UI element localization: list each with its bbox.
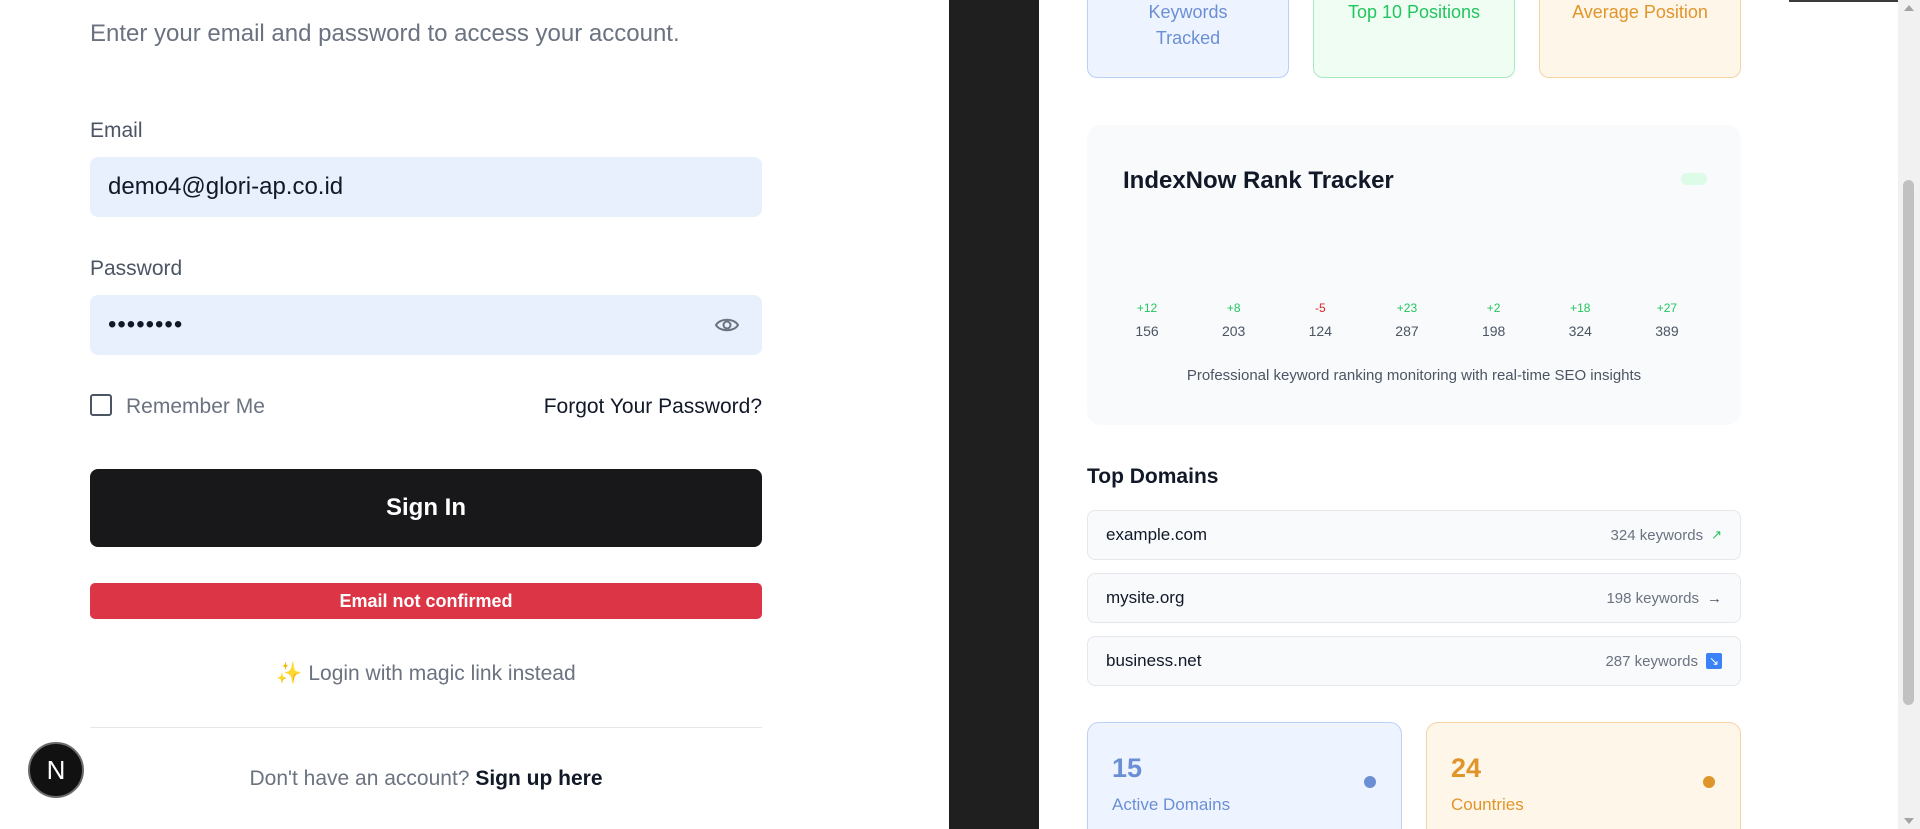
trend-flat-icon: →	[1707, 589, 1722, 607]
divider	[90, 727, 762, 728]
signup-link[interactable]: Sign up here	[475, 767, 602, 790]
signup-prompt: Don't have an account?	[249, 767, 470, 790]
ranking-change: +18	[1570, 301, 1591, 315]
rank-tracker-description: Professional keyword ranking monitoring …	[1186, 367, 1642, 384]
email-value: demo4@glori-ap.co.id	[108, 173, 344, 200]
error-alert: Email not confirmed	[90, 583, 762, 619]
ranking-value: 156	[1135, 323, 1159, 339]
login-subtitle: Enter your email and password to access …	[90, 20, 680, 47]
email-input[interactable]: demo4@glori-ap.co.id	[90, 157, 762, 217]
email-label: Email	[90, 119, 143, 142]
ranking-change: +8	[1226, 301, 1241, 315]
trend-down-icon: ↘	[1706, 653, 1722, 669]
next-dev-badge[interactable]: N	[28, 742, 84, 798]
signup-row: Don't have an account? Sign up here	[90, 767, 762, 791]
dot-icon	[1703, 776, 1715, 788]
domain-keywords: 324 keywords	[1610, 526, 1704, 544]
status-pill	[1681, 173, 1707, 185]
domain-meta: 324 keywords ↗	[1611, 527, 1722, 544]
stat-label: Tracked	[1155, 28, 1221, 48]
password-label: Password	[90, 257, 183, 280]
top-domains-heading: Top Domains	[1087, 465, 1219, 488]
sparkles-icon: ✨	[276, 662, 303, 685]
stat-number: 24	[1451, 753, 1482, 783]
domain-row[interactable]: example.com 324 keywords ↗	[1087, 510, 1741, 560]
magic-link-label: Login with magic link instead	[308, 662, 576, 685]
preview-panel: Keywords Tracked Top 10 Positions Averag…	[1039, 0, 1789, 829]
sign-in-button[interactable]: Sign In	[90, 469, 762, 547]
domain-keywords: 198 keywords	[1606, 589, 1699, 607]
stat-card-active-domains: 15 Active Domains	[1087, 722, 1402, 829]
ranking-change: +12	[1136, 301, 1158, 315]
login-panel: Enter your email and password to access …	[0, 0, 949, 829]
stat-card-keywords: Keywords Tracked	[1087, 0, 1289, 78]
stat-number: 15	[1112, 753, 1143, 783]
ranking-column: +2 198	[1469, 301, 1519, 339]
domain-name: mysite.org	[1106, 588, 1185, 607]
stat-label: Keywords	[1148, 2, 1228, 22]
remember-me-label[interactable]: Remember Me	[126, 395, 265, 419]
scroll-up-arrow-icon[interactable]	[1904, 5, 1914, 11]
scrollbar-thumb[interactable]	[1903, 180, 1914, 705]
magic-link-button[interactable]: ✨ Login with magic link instead	[90, 662, 762, 686]
stat-card-average: Average Position	[1539, 0, 1741, 78]
stat-label: Countries	[1451, 795, 1524, 814]
scroll-down-arrow-icon[interactable]	[1904, 818, 1914, 824]
ranking-change: +27	[1656, 301, 1678, 315]
ranking-column: +8 203	[1209, 301, 1259, 339]
domain-meta: 287 keywords ↘	[1605, 653, 1722, 670]
ranking-column: +27 389	[1642, 301, 1692, 339]
domain-row[interactable]: mysite.org 198 keywords →	[1087, 573, 1741, 623]
dot-icon	[1364, 776, 1376, 788]
ranking-column: +23 287	[1382, 301, 1432, 339]
domain-meta: 198 keywords →	[1606, 590, 1722, 607]
domain-keywords: 287 keywords	[1605, 652, 1698, 670]
remember-me-checkbox[interactable]	[90, 394, 112, 416]
eye-icon[interactable]	[714, 313, 740, 337]
stat-label: Average Position	[1572, 2, 1708, 22]
page-scrollbar[interactable]	[1898, 0, 1920, 829]
stat-card-countries: 24 Countries	[1426, 722, 1741, 829]
ranking-value: 203	[1221, 323, 1246, 339]
ranking-value: 324	[1568, 323, 1592, 339]
rank-tracker-card: IndexNow Rank Tracker +12 156 +8 203 -5 …	[1087, 125, 1741, 425]
password-value: ••••••••	[108, 311, 184, 338]
ranking-change: +23	[1396, 301, 1418, 315]
ranking-column: +18 324	[1555, 301, 1605, 339]
stat-label: Active Domains	[1112, 795, 1231, 814]
domain-name: example.com	[1106, 525, 1208, 544]
ranking-value: 198	[1481, 323, 1506, 339]
n-logo-icon: N	[46, 754, 66, 785]
forgot-password-link[interactable]: Forgot Your Password?	[544, 395, 762, 419]
ranking-change: -5	[1314, 301, 1326, 315]
ranking-value: 287	[1395, 323, 1419, 339]
rank-tracker-title: IndexNow Rank Tracker	[1123, 167, 1394, 194]
stat-label: Top 10 Positions	[1347, 2, 1481, 22]
domain-row[interactable]: business.net 287 keywords ↘	[1087, 636, 1741, 686]
password-input[interactable]: ••••••••	[90, 295, 762, 355]
ranking-column: +12 156	[1122, 301, 1172, 339]
ranking-column: -5 124	[1295, 301, 1345, 339]
trend-up-icon: ↗	[1711, 527, 1722, 542]
ranking-values: +12 156 +8 203 -5 124 +23 287 +2 198 +18…	[1122, 301, 1692, 339]
ranking-value: 389	[1655, 323, 1679, 339]
ranking-change: +2	[1486, 301, 1501, 315]
ranking-value: 124	[1308, 323, 1332, 339]
stat-card-top10: Top 10 Positions	[1313, 0, 1515, 78]
domain-name: business.net	[1106, 651, 1202, 670]
